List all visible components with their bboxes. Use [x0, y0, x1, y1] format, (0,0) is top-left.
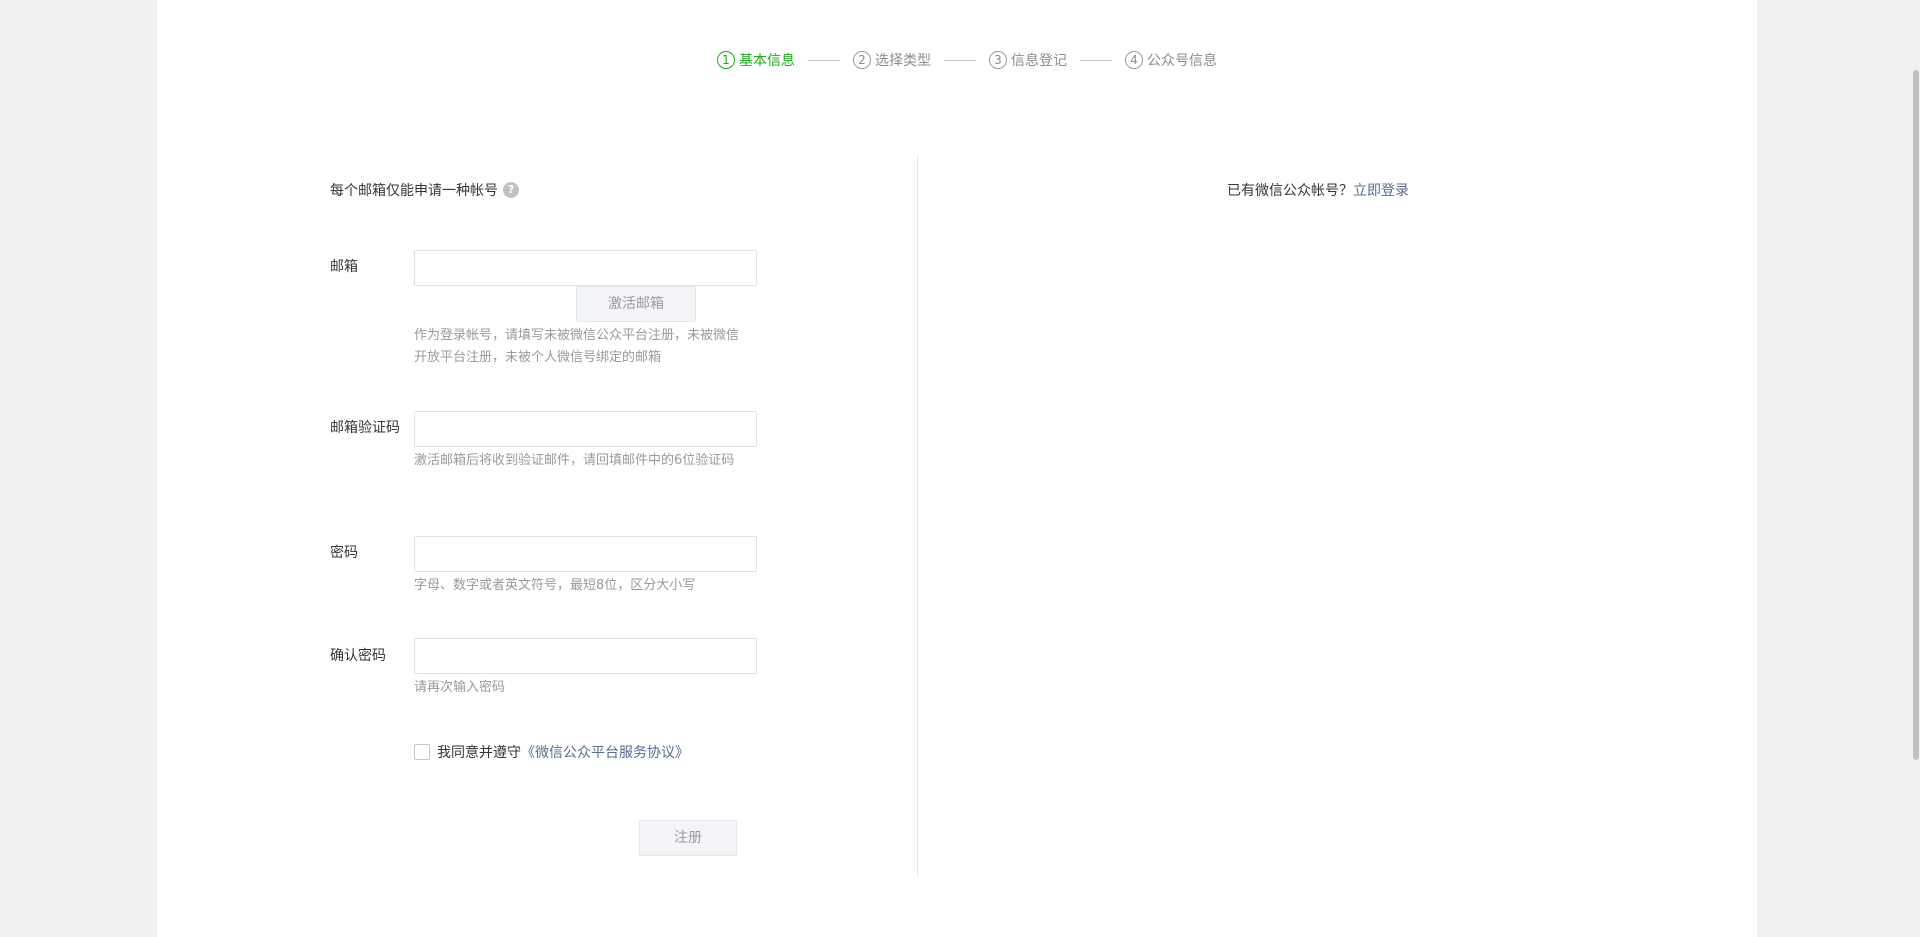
step-number-2: 2	[853, 51, 871, 69]
step-account-info: 4 公众号信息	[1125, 50, 1217, 70]
password-input[interactable]	[414, 536, 757, 572]
help-icon[interactable]: ?	[503, 182, 519, 198]
step-label-3: 信息登记	[1011, 53, 1067, 69]
step-select-type: 2 选择类型	[853, 50, 931, 70]
page-scrollbar[interactable]	[1912, 0, 1920, 937]
login-link[interactable]: 立即登录	[1353, 183, 1409, 199]
code-hint: 激活邮箱后将收到验证邮件，请回填邮件中的6位验证码	[414, 453, 735, 468]
login-prompt: 已有微信公众帐号？立即登录	[1227, 180, 1409, 200]
password-hint: 字母、数字或者英文符号，最短8位，区分大小写	[414, 578, 696, 593]
confirm-password-input[interactable]	[414, 638, 757, 674]
email-label: 邮箱	[330, 259, 358, 275]
confirm-password-label: 确认密码	[330, 648, 386, 664]
agree-text: 我同意并遵守	[437, 745, 521, 761]
agree-checkbox[interactable]	[414, 744, 430, 760]
scrollbar-thumb[interactable]	[1913, 70, 1919, 760]
column-divider	[917, 154, 918, 878]
step-separator	[1080, 59, 1112, 61]
email-hint: 作为登录帐号，请填写未被微信公众平台注册，未被微信开放平台注册，未被个人微信号绑…	[414, 328, 740, 365]
email-input[interactable]	[414, 250, 757, 286]
login-prompt-text: 已有微信公众帐号？	[1227, 183, 1353, 199]
form-tip-text: 每个邮箱仅能申请一种帐号	[330, 183, 498, 199]
code-label: 邮箱验证码	[330, 420, 400, 436]
step-label-4: 公众号信息	[1147, 53, 1217, 69]
step-number-1: 1	[717, 51, 735, 69]
step-label-2: 选择类型	[875, 53, 931, 69]
register-page: 1 基本信息 2 选择类型 3 信息登记 4 公众号信息 每个邮箱仅能申请一种帐…	[157, 0, 1757, 937]
service-agreement-link[interactable]: 《微信公众平台服务协议》	[521, 742, 689, 762]
progress-steps: 1 基本信息 2 选择类型 3 信息登记 4 公众号信息	[157, 50, 1757, 70]
form-tip: 每个邮箱仅能申请一种帐号 ?	[330, 180, 519, 200]
step-info-register: 3 信息登记	[989, 50, 1067, 70]
step-number-4: 4	[1125, 51, 1143, 69]
confirm-password-hint: 请再次输入密码	[414, 680, 506, 695]
activate-email-button[interactable]: 激活邮箱	[576, 286, 696, 322]
step-basic-info: 1 基本信息	[717, 50, 795, 70]
step-separator	[808, 59, 840, 61]
email-code-input[interactable]	[414, 411, 757, 447]
step-number-3: 3	[989, 51, 1007, 69]
register-button[interactable]: 注册	[639, 820, 737, 856]
step-separator	[944, 59, 976, 61]
agreement: 我同意并遵守 《微信公众平台服务协议》	[414, 742, 689, 762]
password-label: 密码	[330, 545, 358, 561]
step-label-1: 基本信息	[739, 53, 795, 69]
